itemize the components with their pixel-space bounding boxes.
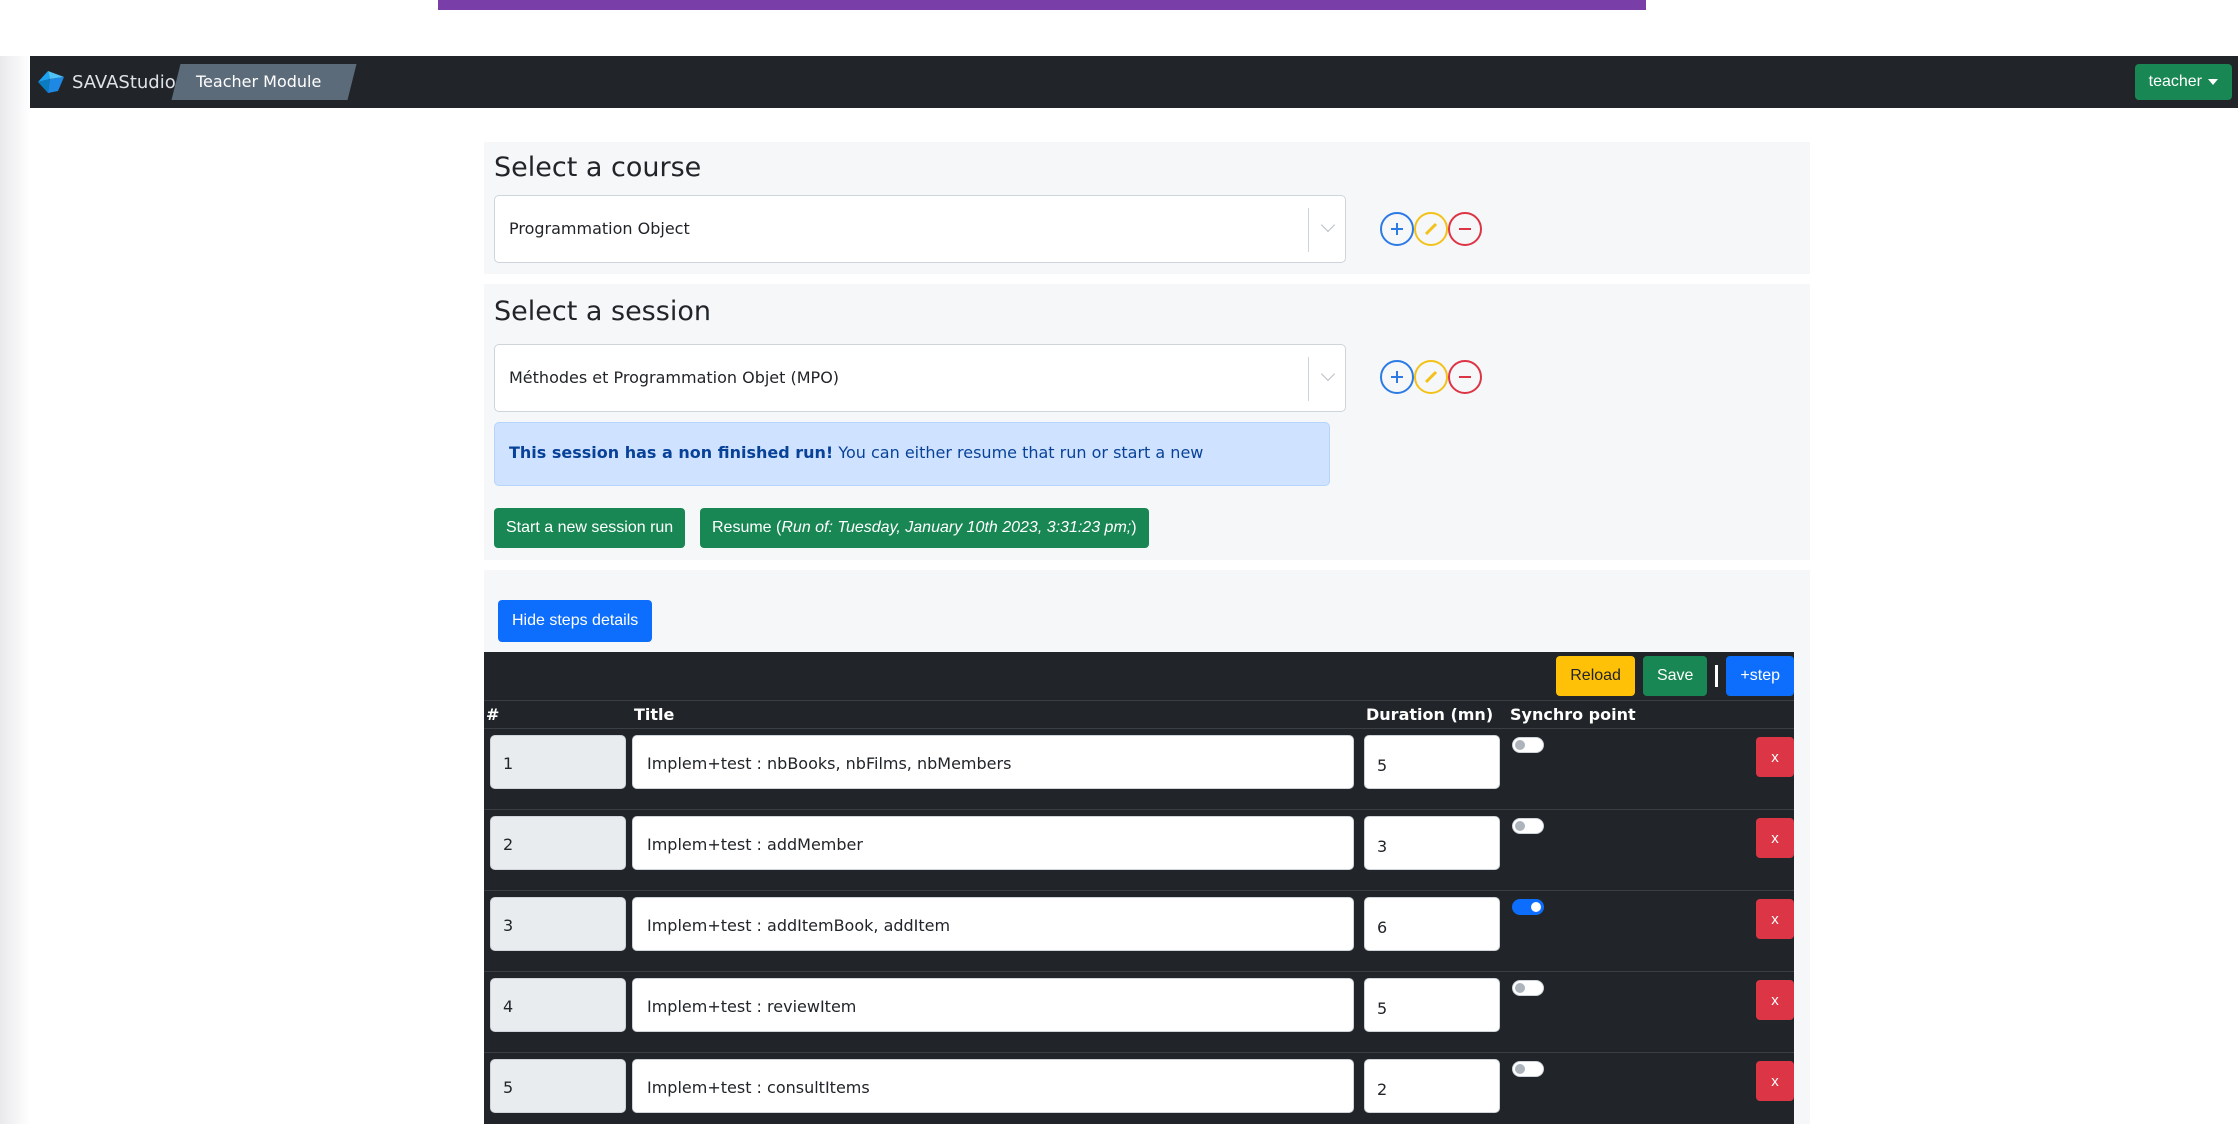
toggle-knob: [1515, 821, 1525, 831]
toggle-knob: [1515, 1064, 1525, 1074]
table-row: 3 Implem+test : addItemBook, addItem 6 x: [484, 890, 1794, 971]
edit-session-button[interactable]: [1414, 360, 1448, 394]
column-header-synchro: Synchro point: [1510, 705, 1636, 724]
module-tab[interactable]: Teacher Module: [196, 72, 321, 91]
step-title-input[interactable]: Implem+test : nbBooks, nbFilms, nbMember…: [632, 735, 1354, 789]
toolbar-divider: [1715, 665, 1719, 687]
resume-run-date: Run of: Tuesday, January 10th 2023, 3:31…: [781, 519, 1132, 536]
delete-step-button[interactable]: x: [1756, 818, 1794, 858]
step-title-input[interactable]: Implem+test : consultItems: [632, 1059, 1354, 1113]
reload-button[interactable]: Reload: [1556, 656, 1635, 696]
step-number-field: 5: [490, 1059, 626, 1113]
resume-close: ): [1131, 519, 1137, 536]
minus-icon: [1459, 228, 1471, 230]
course-select-value: Programmation Object: [509, 219, 690, 238]
delete-step-button[interactable]: x: [1756, 737, 1794, 777]
step-duration-input[interactable]: 5: [1364, 978, 1500, 1032]
session-select-value: Méthodes et Programmation Objet (MPO): [509, 368, 840, 387]
delete-session-button[interactable]: [1448, 360, 1482, 394]
add-session-button[interactable]: [1380, 360, 1414, 394]
toggle-knob: [1515, 983, 1525, 993]
user-name: teacher: [2148, 73, 2202, 90]
select-separator: [1308, 357, 1309, 401]
toggle-knob: [1515, 740, 1525, 750]
session-select[interactable]: Méthodes et Programmation Objet (MPO): [494, 344, 1346, 412]
delete-step-button[interactable]: x: [1756, 899, 1794, 939]
step-duration-input[interactable]: 3: [1364, 816, 1500, 870]
top-gap: [0, 10, 2238, 56]
course-actions: [1380, 212, 1482, 246]
caret-down-icon: [2208, 79, 2218, 85]
plus-icon: [1391, 223, 1403, 235]
table-row: 1 Implem+test : nbBooks, nbFilms, nbMemb…: [484, 728, 1794, 809]
step-number-field: 1: [490, 735, 626, 789]
session-actions: [1380, 360, 1482, 394]
synchro-toggle[interactable]: [1512, 737, 1544, 753]
hide-steps-button[interactable]: Hide steps details: [498, 600, 653, 642]
column-header-title: Title: [634, 705, 675, 724]
synchro-toggle[interactable]: [1512, 818, 1544, 834]
chevron-down-icon: [1320, 366, 1336, 382]
chevron-down-icon: [1320, 217, 1336, 233]
brand-logo-icon: [38, 71, 64, 93]
minus-icon: [1459, 376, 1471, 378]
synchro-toggle[interactable]: [1512, 899, 1544, 915]
unfinished-run-alert: This session has a non finished run! You…: [494, 422, 1330, 486]
course-select[interactable]: Programmation Object: [494, 195, 1346, 263]
step-duration-input[interactable]: 6: [1364, 897, 1500, 951]
step-title-input[interactable]: Implem+test : addItemBook, addItem: [632, 897, 1354, 951]
step-number-field: 4: [490, 978, 626, 1032]
start-session-run-button[interactable]: Start a new session run: [494, 508, 686, 548]
step-title-input[interactable]: Implem+test : reviewItem: [632, 978, 1354, 1032]
top-banner: [438, 0, 1646, 10]
session-title: Select a session: [494, 296, 711, 327]
steps-panel: Hide steps details Reload Save +step # T…: [484, 570, 1810, 1124]
pencil-icon: [1424, 370, 1438, 384]
session-panel: Select a session Méthodes et Programmati…: [484, 284, 1810, 560]
column-header-number: #: [486, 705, 500, 724]
navbar: SAVAStudio Teacher Module teacher: [30, 56, 2238, 108]
resume-label: Resume (: [712, 519, 782, 536]
save-button[interactable]: Save: [1642, 656, 1708, 696]
column-header-duration: Duration (mn): [1366, 705, 1494, 724]
delete-step-button[interactable]: x: [1756, 980, 1794, 1020]
delete-course-button[interactable]: [1448, 212, 1482, 246]
course-panel: Select a course Programmation Object: [484, 142, 1810, 274]
user-menu-button[interactable]: teacher: [2134, 64, 2232, 100]
course-title: Select a course: [494, 152, 702, 183]
plus-icon: [1391, 371, 1403, 383]
step-duration-input[interactable]: 2: [1364, 1059, 1500, 1113]
add-step-button[interactable]: +step: [1726, 656, 1794, 696]
resume-run-button[interactable]: Resume (Run of: Tuesday, January 10th 20…: [700, 508, 1149, 548]
step-title-input[interactable]: Implem+test : addMember: [632, 816, 1354, 870]
edit-course-button[interactable]: [1414, 212, 1448, 246]
brand-name: SAVAStudio: [72, 71, 176, 93]
add-course-button[interactable]: [1380, 212, 1414, 246]
steps-toolbar: Reload Save +step: [1556, 656, 1794, 696]
step-duration-input[interactable]: 5: [1364, 735, 1500, 789]
table-header: # Title Duration (mn) Synchro point: [484, 700, 1794, 728]
app-frame: SAVAStudio Teacher Module teacher Select…: [0, 0, 2238, 1124]
synchro-toggle[interactable]: [1512, 1061, 1544, 1077]
delete-step-button[interactable]: x: [1756, 1061, 1794, 1101]
select-separator: [1308, 208, 1309, 252]
alert-text: You can either resume that run or start …: [833, 443, 1204, 462]
table-row: 2 Implem+test : addMember 3 x: [484, 809, 1794, 890]
window-shadow: [0, 56, 30, 1124]
table-row: 5 Implem+test : consultItems 2 x: [484, 1052, 1794, 1133]
steps-table: Reload Save +step # Title Duration (mn) …: [484, 652, 1794, 1124]
alert-bold-text: This session has a non finished run!: [509, 443, 834, 462]
toggle-knob: [1531, 902, 1541, 912]
table-row: 4 Implem+test : reviewItem 5 x: [484, 971, 1794, 1052]
step-number-field: 2: [490, 816, 626, 870]
brand[interactable]: SAVAStudio: [36, 67, 176, 97]
synchro-toggle[interactable]: [1512, 980, 1544, 996]
step-number-field: 3: [490, 897, 626, 951]
pencil-icon: [1424, 222, 1438, 236]
